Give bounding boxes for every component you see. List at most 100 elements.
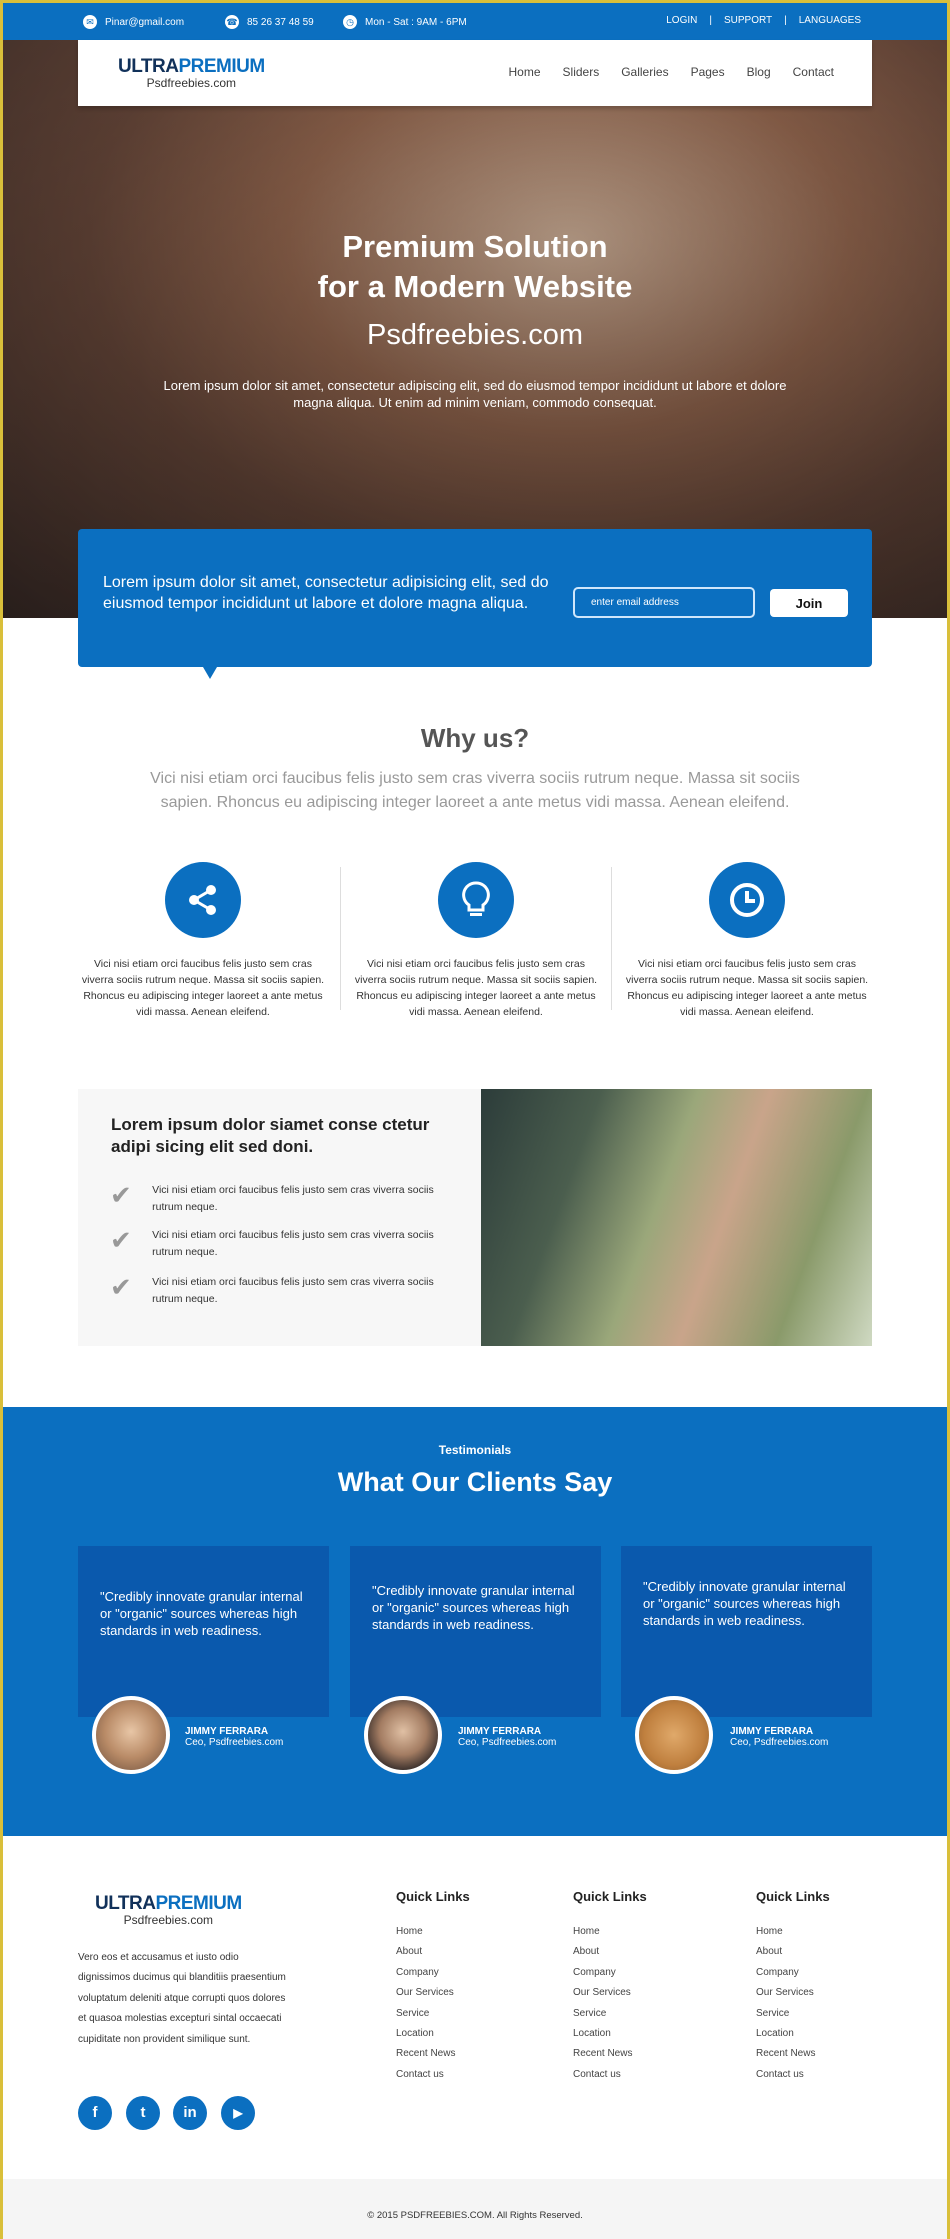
nav-galleries[interactable]: Galleries xyxy=(621,65,668,79)
testimonials-label: Testimonials xyxy=(438,1443,512,1457)
check-item: ✔ Vici nisi etiam orci faucibus felis jus… xyxy=(110,1227,450,1261)
feature-text: Vici nisi etiam orci faucibus felis just… xyxy=(625,958,869,1018)
testimonials-section: Testimonials What Our Clients Say "Credi… xyxy=(3,1407,947,1836)
hero-title-line2: for a Modern Website xyxy=(317,269,633,304)
mail-icon: ✉ xyxy=(83,15,97,29)
feature-split: Lorem ipsum dolor siamet conse ctetur ad… xyxy=(78,1089,872,1346)
column-title: Quick Links xyxy=(396,1889,470,1904)
languages-link[interactable]: LANGUAGES xyxy=(799,15,861,26)
email-input[interactable] xyxy=(573,587,755,618)
footer-link[interactable]: Company xyxy=(573,1967,647,1987)
couple-selfie-photo xyxy=(481,1089,872,1346)
facebook-icon[interactable]: f xyxy=(78,2096,112,2130)
separator: | xyxy=(709,15,712,26)
nav-home[interactable]: Home xyxy=(509,65,541,79)
feature-text: Vici nisi etiam orci faucibus felis just… xyxy=(354,958,598,1018)
logo[interactable]: ULTRAPREMIUM Psdfreebies.com xyxy=(118,56,265,90)
divider xyxy=(611,867,612,1010)
twitter-icon[interactable]: t xyxy=(126,2096,160,2130)
callout-tail xyxy=(203,667,217,679)
author-name: JIMMY FERRARA xyxy=(185,1726,269,1737)
section-title: Why us? xyxy=(420,723,530,753)
nav-blog[interactable]: Blog xyxy=(747,65,771,79)
footer-link[interactable]: Home xyxy=(573,1926,647,1946)
logo-part2: PREMIUM xyxy=(155,1893,242,1914)
footer-link[interactable]: About xyxy=(573,1946,647,1966)
footer-link[interactable]: Location xyxy=(573,2028,647,2048)
quote: "Credibly innovate granular internal or … xyxy=(100,1589,303,1638)
footer-link[interactable]: Home xyxy=(396,1926,470,1946)
footer-link[interactable]: Recent News xyxy=(396,2048,470,2068)
quote: "Credibly innovate granular internal or … xyxy=(643,1579,846,1628)
footer-link[interactable]: Our Services xyxy=(396,1987,470,2007)
hours-text: Mon - Sat : 9AM - 6PM xyxy=(365,16,467,28)
feature-item: Vici nisi etiam orci faucibus felis just… xyxy=(622,862,872,1020)
author: JIMMY FERRARA Ceo, Psdfreebies.com xyxy=(458,1726,556,1748)
avatar xyxy=(92,1696,170,1774)
checkmark-icon: ✔ xyxy=(110,1225,132,1255)
logo-sub: Psdfreebies.com xyxy=(123,1913,214,1927)
author-role: Ceo, Psdfreebies.com xyxy=(185,1737,284,1748)
quote: "Credibly innovate granular internal or … xyxy=(372,1583,575,1632)
join-button[interactable]: Join xyxy=(770,589,848,617)
footer-link[interactable]: Recent News xyxy=(756,2048,830,2068)
nav-contact[interactable]: Contact xyxy=(793,65,834,79)
footer-link[interactable]: Contact us xyxy=(396,2069,470,2089)
clock-icon xyxy=(709,862,785,938)
separator: | xyxy=(784,15,787,26)
divider xyxy=(340,867,341,1010)
footer-link[interactable]: Company xyxy=(756,1967,830,1987)
author: JIMMY FERRARA Ceo, Psdfreebies.com xyxy=(185,1726,283,1748)
support-link[interactable]: SUPPORT xyxy=(724,15,772,26)
footer-text: Vero eos et accusamus et iusto odio dign… xyxy=(78,1952,286,2045)
footer-link[interactable]: About xyxy=(396,1946,470,1966)
feature-item: Vici nisi etiam orci faucibus felis just… xyxy=(78,862,328,1020)
footer-column: Quick Links Home About Company Our Services… xyxy=(396,1889,470,2089)
footer-link[interactable]: Location xyxy=(396,2028,470,2048)
newsletter-box: Lorem ipsum dolor sit amet, consectetur … xyxy=(78,529,872,679)
footer-column: Quick Links Home About Company Our Services… xyxy=(573,1889,647,2089)
top-bar: ✉ Pinar@gmail.com ☎ 85 26 37 48 59 ◷ Mon - … xyxy=(3,3,947,40)
hero-subtitle: Psdfreebies.com xyxy=(367,319,583,351)
nav-pages[interactable]: Pages xyxy=(691,65,725,79)
copyright-text: © 2015 PSDFREEBIES.COM. All Rights Reser… xyxy=(367,2210,583,2221)
linkedin-icon[interactable]: in xyxy=(173,2096,207,2130)
business-hours: ◷ Mon - Sat : 9AM - 6PM xyxy=(343,15,467,29)
footer-link[interactable]: Location xyxy=(756,2028,830,2048)
contact-email: ✉ Pinar@gmail.com xyxy=(83,15,184,29)
footer-link[interactable]: Service xyxy=(573,2008,647,2028)
footer-link[interactable]: Service xyxy=(396,2008,470,2028)
copyright-bar: © 2015 PSDFREEBIES.COM. All Rights Reser… xyxy=(3,2179,947,2239)
author-role: Ceo, Psdfreebies.com xyxy=(730,1737,829,1748)
footer-link[interactable]: Home xyxy=(756,1926,830,1946)
check-text: Vici nisi etiam orci faucibus felis just… xyxy=(152,1276,434,1305)
nav-sliders[interactable]: Sliders xyxy=(563,65,600,79)
feature-item: Vici nisi etiam orci faucibus felis just… xyxy=(351,862,601,1020)
youtube-icon[interactable]: ▶ xyxy=(221,2096,255,2130)
footer-link[interactable]: Contact us xyxy=(573,2069,647,2089)
footer-link[interactable]: Our Services xyxy=(756,1987,830,2007)
author: JIMMY FERRARA Ceo, Psdfreebies.com xyxy=(730,1726,828,1748)
testimonials-title: What Our Clients Say xyxy=(337,1467,613,1497)
footer-column: Quick Links Home About Company Our Services… xyxy=(756,1889,830,2089)
footer-link[interactable]: Our Services xyxy=(573,1987,647,2007)
hero-title-line1: Premium Solution xyxy=(342,229,608,264)
footer-link[interactable]: Recent News xyxy=(573,2048,647,2068)
share-icon xyxy=(165,862,241,938)
lightbulb-icon xyxy=(438,862,514,938)
footer-logo[interactable]: ULTRAPREMIUM Psdfreebies.com xyxy=(95,1893,242,1927)
footer-link[interactable]: About xyxy=(756,1946,830,1966)
contact-phone: ☎ 85 26 37 48 59 xyxy=(225,15,314,29)
logo-part2: PREMIUM xyxy=(178,56,265,77)
check-text: Vici nisi etiam orci faucibus felis just… xyxy=(152,1184,434,1213)
check-item: ✔ Vici nisi etiam orci faucibus felis jus… xyxy=(110,1182,450,1216)
logo-sub: Psdfreebies.com xyxy=(146,76,237,90)
testimonial-card: "Credibly innovate granular internal or … xyxy=(350,1546,601,1717)
phone-text: 85 26 37 48 59 xyxy=(247,16,314,28)
avatar xyxy=(635,1696,713,1774)
login-link[interactable]: LOGIN xyxy=(666,15,697,26)
footer-link[interactable]: Service xyxy=(756,2008,830,2028)
author-name: JIMMY FERRARA xyxy=(730,1726,814,1737)
footer-link[interactable]: Company xyxy=(396,1967,470,1987)
footer-link[interactable]: Contact us xyxy=(756,2069,830,2089)
